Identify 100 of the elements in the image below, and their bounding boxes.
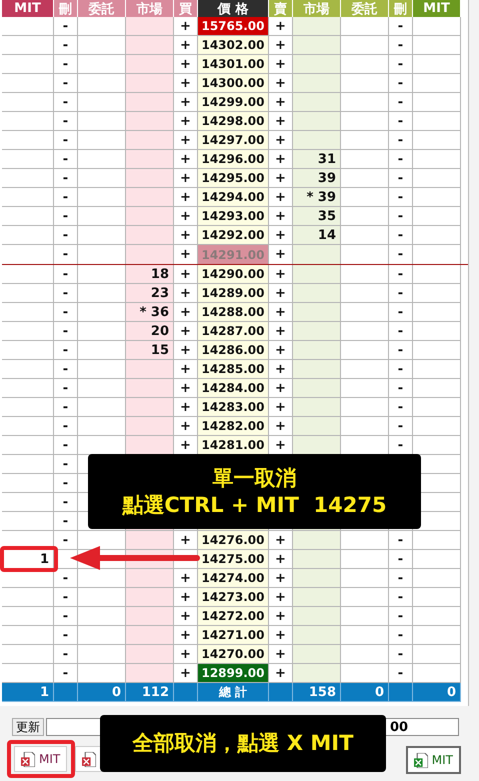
minus-sign[interactable]: - [54, 265, 78, 284]
price-cell[interactable]: 14296.00 [198, 150, 269, 169]
minus-sign[interactable]: - [389, 17, 413, 36]
minus-sign[interactable]: - [389, 265, 413, 284]
minus-sign[interactable]: - [54, 455, 78, 474]
minus-sign[interactable]: - [54, 436, 78, 455]
minus-sign[interactable]: - [54, 55, 78, 74]
minus-sign[interactable]: - [389, 226, 413, 245]
price-cell[interactable]: 14284.00 [198, 379, 269, 398]
minus-sign[interactable]: - [54, 588, 78, 607]
price-cell[interactable]: 14301.00 [198, 55, 269, 74]
minus-sign[interactable]: - [54, 341, 78, 360]
minus-sign[interactable]: - [389, 379, 413, 398]
mit-cell[interactable]: 1 [2, 550, 54, 569]
price-cell[interactable]: 14276.00 [198, 531, 269, 550]
price-cell[interactable]: 14297.00 [198, 131, 269, 150]
minus-sign[interactable]: - [54, 645, 78, 664]
minus-sign[interactable]: - [54, 207, 78, 226]
price-cell[interactable]: 14298.00 [198, 112, 269, 131]
minus-sign[interactable]: - [54, 93, 78, 112]
table-cell [293, 131, 341, 150]
price-cell[interactable]: 14294.00 [198, 188, 269, 207]
minus-sign[interactable]: - [389, 112, 413, 131]
price-cell[interactable]: 14285.00 [198, 360, 269, 379]
price-cell[interactable]: 14282.00 [198, 417, 269, 436]
minus-sign[interactable]: - [54, 74, 78, 93]
price-cell[interactable]: 14287.00 [198, 322, 269, 341]
price-cell[interactable]: 14290.00 [198, 265, 269, 284]
minus-sign[interactable]: - [54, 169, 78, 188]
minus-sign[interactable]: - [389, 74, 413, 93]
minus-sign[interactable]: - [389, 188, 413, 207]
minus-sign[interactable]: - [389, 588, 413, 607]
price-cell[interactable]: 14292.00 [198, 226, 269, 245]
minus-sign[interactable]: - [389, 207, 413, 226]
minus-sign[interactable]: - [389, 645, 413, 664]
minus-sign[interactable]: - [389, 36, 413, 55]
minus-sign[interactable]: - [389, 150, 413, 169]
minus-sign[interactable]: - [54, 150, 78, 169]
price-cell[interactable]: 14273.00 [198, 588, 269, 607]
minus-sign[interactable]: - [54, 398, 78, 417]
table-cell [413, 150, 461, 169]
minus-sign[interactable]: - [389, 169, 413, 188]
minus-sign[interactable]: - [389, 322, 413, 341]
minus-sign[interactable]: - [54, 131, 78, 150]
minus-sign[interactable]: - [54, 17, 78, 36]
minus-sign[interactable]: - [54, 245, 78, 264]
minus-sign[interactable]: - [54, 36, 78, 55]
price-cell[interactable]: 14272.00 [198, 607, 269, 626]
tab[interactable] [75, 746, 104, 772]
price-cell[interactable]: 14283.00 [198, 398, 269, 417]
minus-sign[interactable]: - [54, 284, 78, 303]
minus-sign[interactable]: - [54, 379, 78, 398]
minus-sign[interactable]: - [389, 303, 413, 322]
minus-sign[interactable]: - [54, 607, 78, 626]
minus-sign[interactable]: - [389, 398, 413, 417]
price-cell[interactable]: 14300.00 [198, 74, 269, 93]
minus-sign[interactable]: - [54, 303, 78, 322]
minus-sign[interactable]: - [389, 626, 413, 645]
minus-sign[interactable]: - [389, 607, 413, 626]
minus-sign[interactable]: - [389, 569, 413, 588]
minus-sign[interactable]: - [389, 360, 413, 379]
minus-sign[interactable]: - [54, 626, 78, 645]
price-cell[interactable]: 12899.00 [198, 664, 269, 683]
price-cell[interactable]: 14286.00 [198, 341, 269, 360]
price-cell[interactable]: 14270.00 [198, 645, 269, 664]
price-cell[interactable]: 14288.00 [198, 303, 269, 322]
minus-sign[interactable]: - [389, 417, 413, 436]
price-cell[interactable]: 14295.00 [198, 169, 269, 188]
minus-sign[interactable]: - [389, 531, 413, 550]
minus-sign[interactable]: - [54, 188, 78, 207]
price-cell[interactable]: 14275.00 [198, 550, 269, 569]
price-cell[interactable]: 15765.00 [198, 17, 269, 36]
table-cell [413, 188, 461, 207]
minus-sign[interactable]: - [389, 550, 413, 569]
minus-sign[interactable]: - [54, 493, 78, 512]
minus-sign[interactable]: - [54, 531, 78, 550]
refresh-button[interactable]: 更新 [12, 718, 44, 736]
minus-sign[interactable]: - [389, 131, 413, 150]
minus-sign[interactable]: - [54, 112, 78, 131]
price-cell[interactable]: 14302.00 [198, 36, 269, 55]
minus-sign[interactable]: - [54, 322, 78, 341]
price-cell[interactable]: 14289.00 [198, 284, 269, 303]
minus-sign[interactable]: - [54, 569, 78, 588]
price-cell[interactable]: 14274.00 [198, 569, 269, 588]
minus-sign[interactable]: - [389, 341, 413, 360]
minus-sign[interactable]: - [389, 284, 413, 303]
tab[interactable]: MIT [14, 746, 68, 772]
minus-sign[interactable]: - [54, 360, 78, 379]
minus-sign[interactable]: - [54, 512, 78, 531]
minus-sign[interactable]: - [389, 93, 413, 112]
price-cell[interactable]: 14271.00 [198, 626, 269, 645]
minus-sign[interactable]: - [389, 245, 413, 264]
minus-sign[interactable]: - [54, 417, 78, 436]
minus-sign[interactable]: - [54, 226, 78, 245]
tab[interactable]: MIT [406, 746, 461, 774]
price-cell[interactable]: 14299.00 [198, 93, 269, 112]
minus-sign[interactable]: - [389, 55, 413, 74]
price-cell[interactable]: 14293.00 [198, 207, 269, 226]
price-cell[interactable]: 14281.00 [198, 436, 269, 455]
minus-sign[interactable]: - [54, 474, 78, 493]
